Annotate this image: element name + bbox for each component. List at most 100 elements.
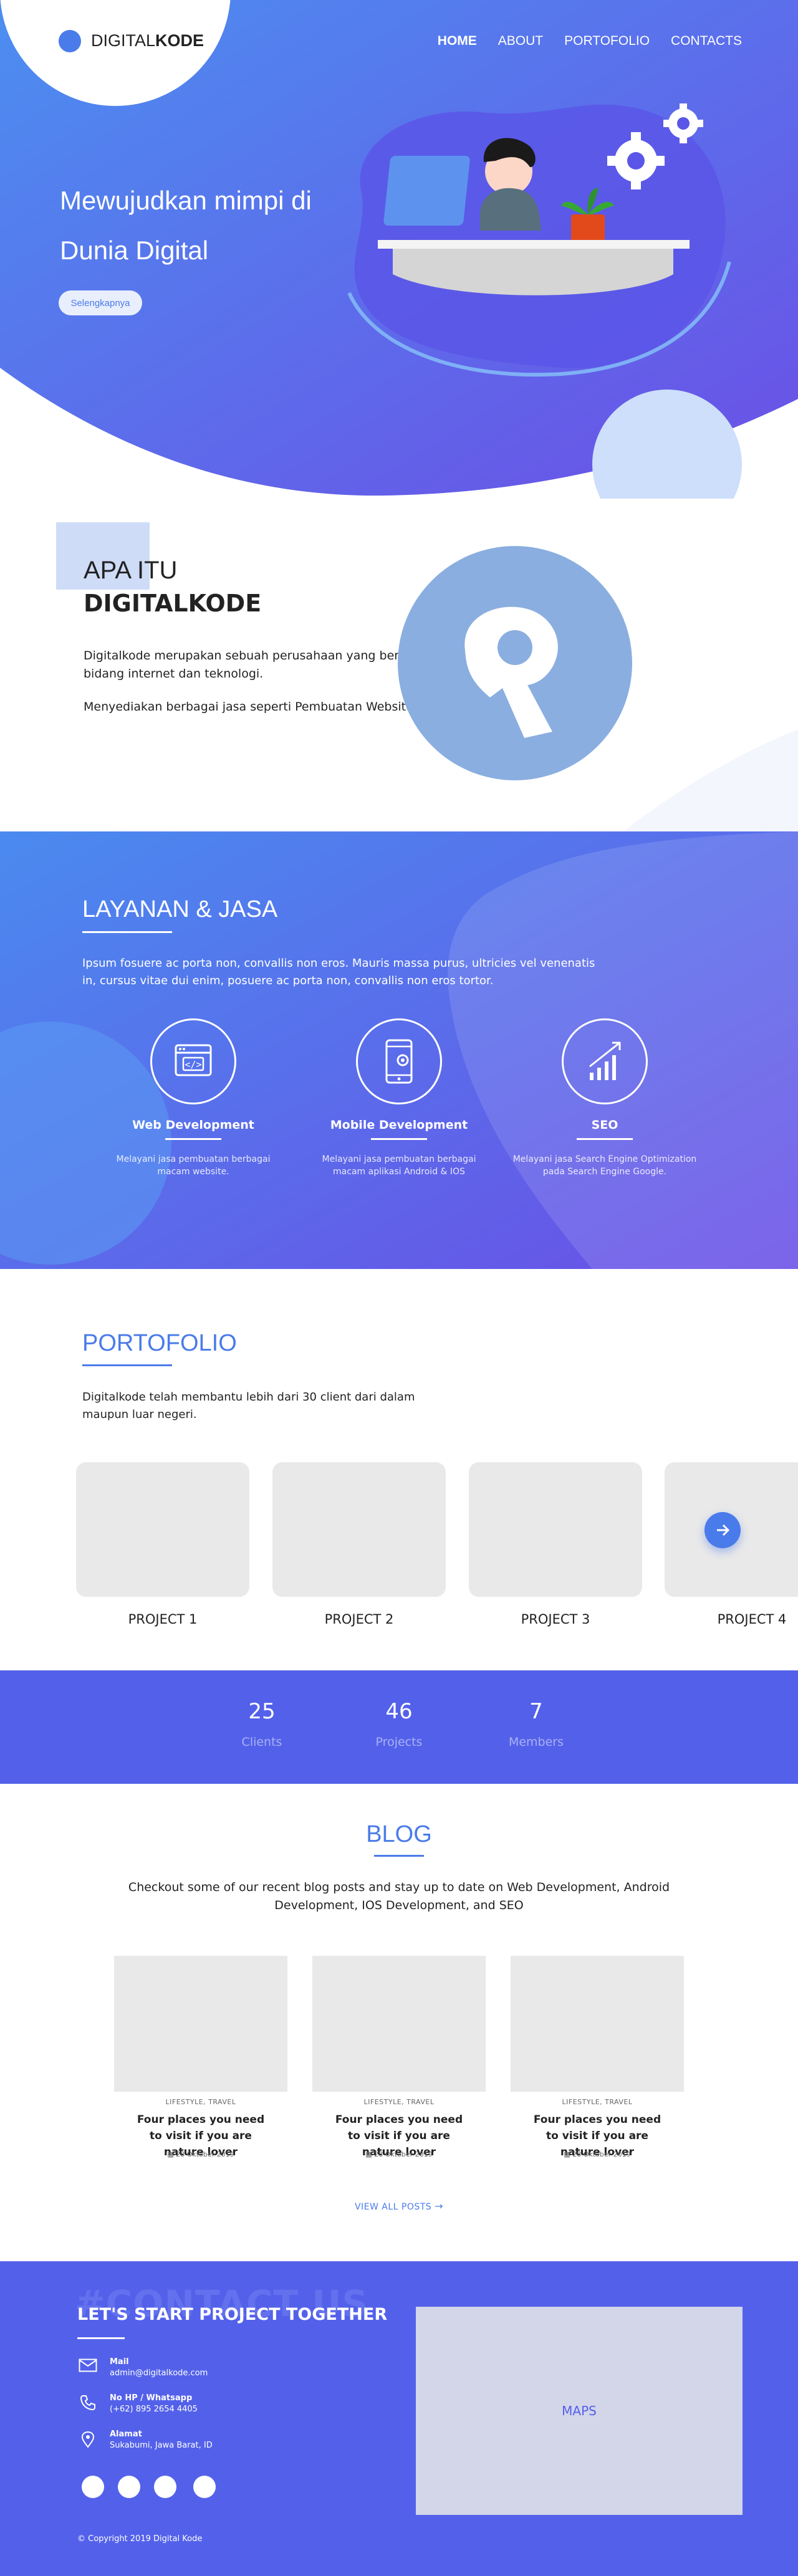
service-icon-circle — [356, 1018, 442, 1104]
view-all-posts-link[interactable]: VIEW ALL POSTS → — [0, 2200, 798, 2212]
blog-post-image[interactable] — [511, 1956, 684, 2092]
about-section: APA ITU DIGITALKODE Digitalkode merupaka… — [0, 499, 798, 831]
project-label: PROJECT 4 — [717, 1612, 787, 1627]
service-underline — [165, 1138, 221, 1140]
phone-icon — [80, 2395, 95, 2411]
contact-title: LET'S START PROJECT TOGETHER — [77, 2305, 388, 2324]
blog-post-date-text: 28 Oktober 2019 — [374, 2150, 433, 2158]
blog-section: BLOG Checkout some of our recent blog po… — [0, 1784, 798, 2261]
blog-post-image[interactable] — [312, 1956, 486, 2092]
blog-post-date-text: 28 Oktober 2019 — [572, 2150, 631, 2158]
stat-value-projects: 46 — [385, 1699, 413, 1724]
contact-section: #CONTACT US LET'S START PROJECT TOGETHER… — [0, 2261, 798, 2576]
brand-logo[interactable]: DIGITALKODE — [91, 31, 204, 50]
carousel-next-button[interactable] — [704, 1512, 741, 1548]
blog-post-date: ▦ 28 Oktober 2019 — [312, 2150, 486, 2158]
about-title-light: APA ITU — [84, 557, 178, 584]
logo-circle-icon — [59, 30, 81, 52]
nav-contacts[interactable]: CONTACTS — [671, 34, 742, 48]
contact-mail-label: Mail — [110, 2357, 129, 2367]
service-title: Web Development — [132, 1118, 254, 1132]
hero-more-button[interactable]: Selengkapnya — [59, 290, 142, 315]
blog-title: BLOG — [366, 1821, 432, 1847]
arrow-right-icon — [717, 1524, 730, 1536]
about-logo-graphic — [398, 546, 632, 780]
blog-title-underline — [374, 1855, 424, 1857]
copyright-text: © Copyright 2019 Digital Kode — [77, 2534, 203, 2544]
contact-address-value: Sukabumi, Jawa Barat, ID — [110, 2441, 213, 2450]
portfolio-title-underline — [82, 1364, 172, 1366]
social-icon-2[interactable] — [118, 2476, 140, 2498]
project-label: PROJECT 3 — [521, 1612, 590, 1627]
map-embed[interactable]: MAPS — [416, 2307, 743, 2515]
social-icon-1[interactable] — [82, 2476, 104, 2498]
mobile-gear-icon — [385, 1039, 413, 1084]
blog-post-image[interactable] — [114, 1956, 287, 2092]
contact-phone-label: No HP / Whatsapp — [110, 2393, 193, 2403]
calendar-icon: ▦ — [167, 2150, 176, 2158]
services-section: LAYANAN & JASA Ipsum fosuere ac porta no… — [0, 831, 798, 1269]
stat-label-clients: Clients — [241, 1735, 282, 1749]
main-nav: HOME ABOUT PORTOFOLIO CONTACTS — [416, 34, 742, 49]
service-icon-circle — [562, 1018, 648, 1104]
calendar-icon: ▦ — [564, 2150, 573, 2158]
service-title: Mobile Development — [330, 1118, 468, 1132]
service-icon-circle: </> — [150, 1018, 236, 1104]
stat-label-projects: Projects — [375, 1735, 423, 1749]
brand-suffix: KODE — [155, 31, 204, 50]
calendar-icon: ▦ — [365, 2150, 375, 2158]
about-title-bold: DIGITALKODE — [84, 590, 262, 617]
brand-prefix: DIGITAL — [91, 31, 156, 50]
blog-post-date: ▦ 28 Oktober 2019 — [511, 2150, 684, 2158]
hero-illustration — [347, 103, 731, 377]
project-card[interactable] — [76, 1462, 249, 1597]
blog-post-category: LIFESTYLE, TRAVEL — [363, 2098, 435, 2106]
social-icon-4[interactable] — [193, 2476, 216, 2498]
social-icon-3[interactable] — [154, 2476, 176, 2498]
location-pin-icon — [81, 2431, 95, 2448]
services-title-underline — [82, 931, 172, 933]
stats-band: 25 Clients 46 Projects 7 Members — [0, 1670, 798, 1784]
hero-line-2: Dunia Digital — [60, 236, 209, 265]
map-label: MAPS — [562, 2403, 597, 2418]
stat-label-members: Members — [508, 1735, 564, 1749]
growth-chart-icon — [589, 1041, 621, 1080]
service-title: SEO — [591, 1118, 618, 1132]
blog-post-date-text: 28 Oktober 2019 — [176, 2150, 234, 2158]
service-desc: Melayani jasa pembuatan berbagai macam w… — [116, 1154, 271, 1177]
hero-heading: Mewujudkan mimpi di Dunia Digital — [60, 176, 312, 275]
browser-code-icon: </> — [175, 1044, 212, 1076]
project-label: PROJECT 1 — [128, 1612, 198, 1627]
contact-address-label: Alamat — [110, 2430, 142, 2439]
service-desc: Melayani jasa pembuatan berbagai macam a… — [322, 1154, 476, 1177]
contact-mail-value[interactable]: admin@digitalkode.com — [110, 2368, 208, 2378]
blog-post-category: LIFESTYLE, TRAVEL — [165, 2098, 236, 2106]
contact-title-underline — [77, 2337, 125, 2339]
project-card[interactable] — [469, 1462, 642, 1597]
hero-line-1: Mewujudkan mimpi di — [60, 186, 312, 215]
services-title: LAYANAN & JASA — [82, 896, 278, 922]
arrow-right-icon: → — [435, 2200, 444, 2212]
view-all-posts-label: VIEW ALL POSTS — [354, 2202, 432, 2212]
hero-section: DIGITALKODE HOME ABOUT PORTOFOLIO CONTACTS … — [0, 0, 798, 499]
project-card[interactable] — [272, 1462, 446, 1597]
service-underline — [371, 1138, 427, 1140]
service-desc: Melayani jasa Search Engine Optimization… — [512, 1154, 697, 1177]
portfolio-section: PORTOFOLIO Digitalkode telah membantu le… — [0, 1269, 798, 1670]
stat-value-clients: 25 — [248, 1699, 276, 1724]
mail-icon — [79, 2358, 97, 2372]
portfolio-title: PORTOFOLIO — [82, 1330, 237, 1356]
stat-value-members: 7 — [529, 1699, 543, 1724]
blog-post-date: ▦ 28 Oktober 2019 — [114, 2150, 287, 2158]
blog-intro: Checkout some of our recent blog posts a… — [128, 1880, 670, 1912]
nav-home[interactable]: HOME — [438, 34, 477, 48]
blog-post-category: LIFESTYLE, TRAVEL — [562, 2098, 633, 2106]
contact-phone-value[interactable]: (+62) 895 2654 4405 — [110, 2405, 198, 2414]
service-underline — [577, 1138, 633, 1140]
nav-portofolio[interactable]: PORTOFOLIO — [564, 34, 650, 48]
svg-text:</>: </> — [185, 1059, 201, 1070]
nav-about[interactable]: ABOUT — [498, 34, 543, 48]
services-intro: Ipsum fosuere ac porta non, convallis no… — [82, 957, 595, 987]
portfolio-intro: Digitalkode telah membantu lebih dari 30… — [82, 1391, 415, 1421]
project-label: PROJECT 2 — [324, 1612, 394, 1627]
